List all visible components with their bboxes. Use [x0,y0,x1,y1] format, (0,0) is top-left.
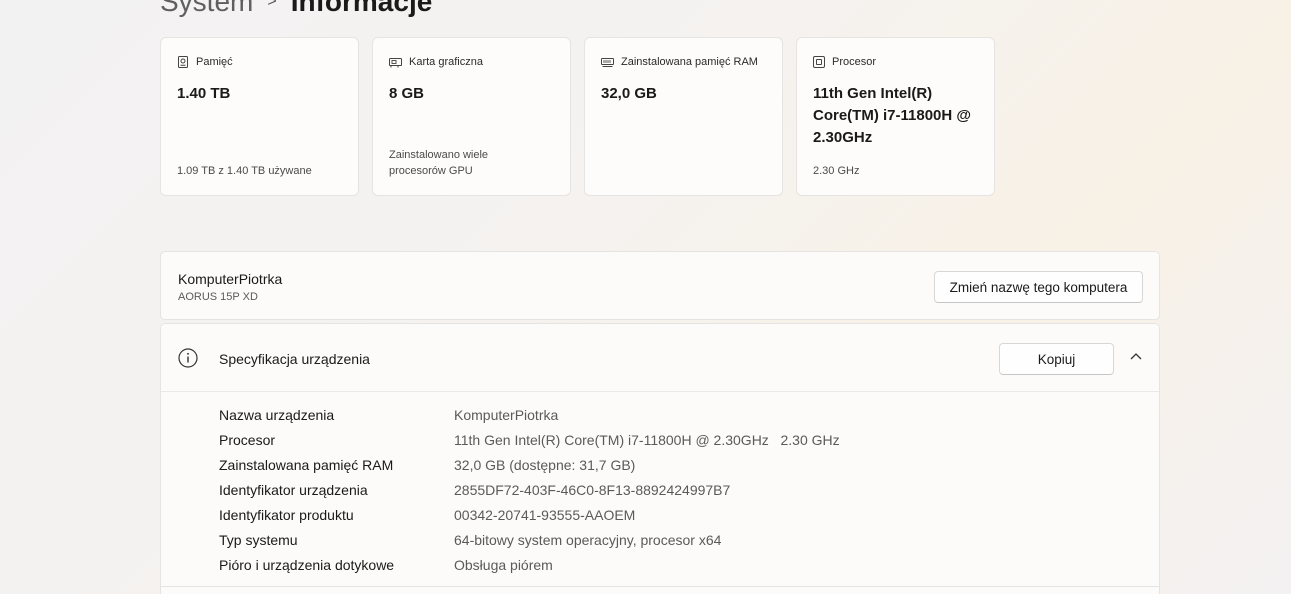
card-storage: Pamięć 1.40 TB 1.09 TB z 1.40 TB używane [160,37,359,196]
device-spec-panel: Specyfikacja urządzenia Kopiuj Nazwa urz… [160,323,1160,594]
spec-value: 64-bitowy system operacyjny, procesor x6… [454,531,722,548]
gpu-icon [389,57,402,67]
breadcrumb-parent[interactable]: System [160,0,253,18]
info-icon [178,348,198,368]
spec-key: Identyfikator urządzenia [219,481,368,498]
spec-row: Identyfikator urządzenia 2855DF72-403F-46… [219,477,840,502]
spec-value: 00342-20741-93555-AAOEM [454,506,636,523]
page-title: Informacje [290,0,433,17]
spec-value: 2855DF72-403F-46C0-8F13-8892424997B7 [454,481,731,498]
device-model: AORUS 15P XD [178,291,258,303]
card-ram: Zainstalowana pamięć RAM 32,0 GB [584,37,783,196]
spec-title: Specyfikacja urządzenia [219,351,370,367]
breadcrumb: System > Informacje [160,0,432,18]
divider [161,586,1159,587]
spec-value: Obsługa piórem [454,556,553,573]
card-value: 8 GB [389,85,425,102]
card-label: Pamięć [196,56,233,68]
card-subtext: 2.30 GHz [813,165,860,177]
card-cpu: Procesor 11th Gen Intel(R) Core(TM) i7-1… [796,37,995,196]
card-subtext: Zainstalowano wiele procesorów GPU [389,149,489,177]
spec-row: Pióro i urządzenia dotykowe Obsługa pióre… [219,552,840,577]
spec-key: Zainstalowana pamięć RAM [219,456,394,473]
spec-key: Procesor [219,431,276,448]
card-label: Zainstalowana pamięć RAM [621,56,758,68]
spec-row: Procesor 11th Gen Intel(R) Core(TM) i7-11… [219,427,840,452]
summary-cards: Pamięć 1.40 TB 1.09 TB z 1.40 TB używane… [160,37,995,196]
spec-key: Nazwa urządzenia [219,406,335,423]
spec-list: Nazwa urządzenia KomputerPiotrka Procesor… [219,402,840,577]
spec-row: Nazwa urządzenia KomputerPiotrka [219,402,840,427]
device-name-panel: KomputerPiotrka AORUS 15P XD Zmień nazwę… [160,251,1160,320]
cpu-icon [813,56,825,68]
spec-row: Typ systemu 64-bitowy system operacyjny, … [219,527,840,552]
card-label: Karta graficzna [409,56,483,68]
device-spec-header[interactable]: Specyfikacja urządzenia Kopiuj [161,324,1159,392]
spec-row: Zainstalowana pamięć RAM 32,0 GB (dostępn… [219,452,840,477]
spec-key: Pióro i urządzenia dotykowe [219,556,395,573]
card-value: 1.40 TB [177,85,231,102]
storage-icon [178,56,188,68]
spec-key: Typ systemu [219,531,298,548]
card-subtext: 1.09 TB z 1.40 TB używane [177,165,312,177]
card-value: 32,0 GB [601,85,657,102]
copy-button[interactable]: Kopiuj [999,343,1114,375]
breadcrumb-separator: > [267,0,277,10]
device-name: KomputerPiotrka [178,271,283,287]
card-gpu: Karta graficzna 8 GB Zainstalowano wiele… [372,37,571,196]
spec-row: Identyfikator produktu 00342-20741-93555-… [219,502,840,527]
spec-value: 11th Gen Intel(R) Core(TM) i7-11800H @ 2… [454,431,840,448]
chevron-up-icon[interactable] [1130,352,1142,360]
rename-pc-button[interactable]: Zmień nazwę tego komputera [934,271,1143,303]
card-label: Procesor [832,56,877,68]
card-value: 11th Gen Intel(R) Core(TM) i7-11800H @ 2… [813,85,972,146]
ram-icon [601,57,614,67]
spec-value: KomputerPiotrka [454,406,559,423]
spec-value: 32,0 GB (dostępne: 31,7 GB) [454,456,636,473]
spec-key: Identyfikator produktu [219,506,354,523]
